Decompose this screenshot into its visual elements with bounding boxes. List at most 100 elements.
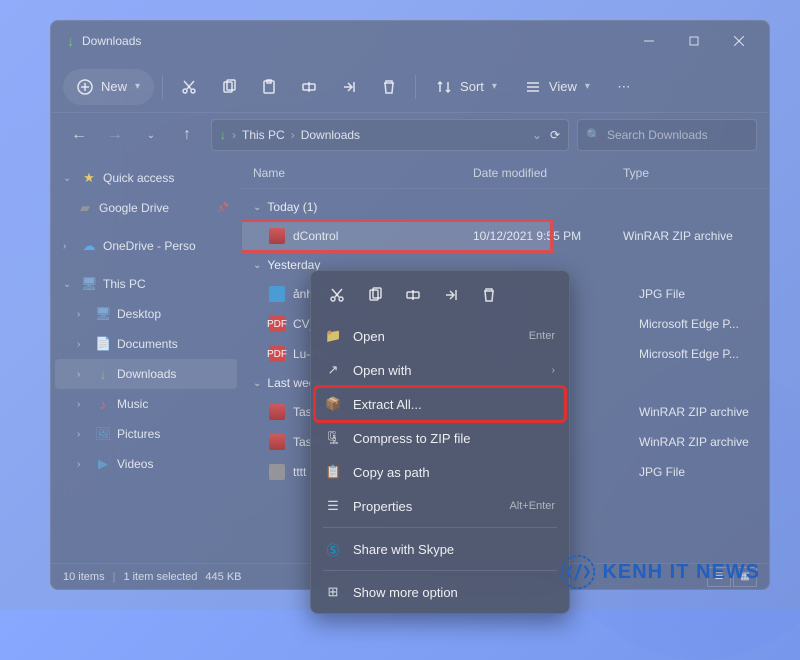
music-icon: ♪	[95, 397, 111, 412]
ctx-cut-button[interactable]	[319, 279, 355, 311]
downloads-title-icon: ↓	[67, 33, 74, 49]
star-icon: ★	[81, 170, 97, 186]
sidebar-item-desktop[interactable]: › 🖥 Desktop	[55, 299, 237, 329]
chevron-right-icon: ›	[77, 459, 89, 470]
status-size: 445 KB	[205, 571, 241, 583]
breadcrumb[interactable]: ↓ › This PC › Downloads ⌄ ⟳	[211, 119, 569, 151]
drive-icon: ▰	[77, 200, 93, 216]
ctx-extract-all[interactable]: 📦 Extract All...	[315, 387, 565, 421]
up-button[interactable]: ↑	[171, 119, 203, 151]
context-menu: 📁 Open Enter ↗ Open with › 📦 Extract All…	[310, 270, 570, 614]
ctx-share-button[interactable]	[433, 279, 469, 311]
cloud-icon: ☁	[81, 238, 97, 254]
archive-icon	[269, 434, 285, 450]
pdf-icon: PDF	[269, 346, 285, 362]
ctx-rename-button[interactable]	[395, 279, 431, 311]
chevron-down-icon: ▾	[135, 81, 140, 92]
paste-button[interactable]	[251, 69, 287, 105]
sidebar-item-videos[interactable]: › ▶ Videos	[55, 449, 237, 479]
sidebar-item-this-pc[interactable]: ⌄ 🖥 This PC	[55, 269, 237, 299]
ctx-copy-button[interactable]	[357, 279, 393, 311]
chevron-down-icon: ⌄	[63, 173, 75, 184]
copy-path-icon: 📋	[325, 464, 341, 480]
documents-icon: 📄	[95, 336, 111, 352]
forward-button[interactable]: →	[99, 119, 131, 151]
ellipsis-icon: ⋯	[617, 79, 630, 95]
videos-icon: ▶	[95, 456, 111, 472]
titlebar: ↓ Downloads	[51, 21, 769, 61]
sidebar-item-downloads[interactable]: › ↓ Downloads	[55, 359, 237, 389]
view-button[interactable]: View ▾	[513, 69, 602, 105]
archive-icon	[269, 404, 285, 420]
ctx-delete-button[interactable]	[471, 279, 507, 311]
column-headers: Name Date modified Type	[241, 157, 769, 189]
minimize-button[interactable]	[626, 25, 671, 57]
chevron-down-icon: ⌄	[253, 260, 261, 271]
search-icon: 🔍	[586, 128, 601, 142]
column-name[interactable]: Name	[253, 166, 473, 180]
image-icon	[269, 286, 285, 302]
rename-button[interactable]	[291, 69, 327, 105]
chevron-down-icon: ▾	[492, 81, 497, 92]
search-placeholder: Search Downloads	[607, 128, 708, 142]
chevron-down-icon: ▾	[585, 81, 590, 92]
chevron-right-icon: ›	[63, 241, 75, 252]
window-controls	[626, 25, 761, 57]
ctx-properties[interactable]: ☰ Properties Alt+Enter	[315, 489, 565, 523]
column-type[interactable]: Type	[623, 166, 757, 180]
close-button[interactable]	[716, 25, 761, 57]
chevron-right-icon: ›	[232, 128, 236, 142]
chevron-down-icon[interactable]: ⌄	[532, 128, 542, 142]
breadcrumb-segment[interactable]: Downloads	[301, 128, 360, 142]
cut-button[interactable]	[171, 69, 207, 105]
status-selected: 1 item selected	[123, 571, 197, 583]
chevron-right-icon: ›	[77, 369, 89, 380]
ctx-copy-path[interactable]: 📋 Copy as path	[315, 455, 565, 489]
ctx-share-skype[interactable]: Ⓢ Share with Skype	[315, 532, 565, 566]
new-label: New	[101, 79, 127, 94]
watermark: KENH IT NEWS	[560, 554, 760, 590]
new-button[interactable]: New ▾	[63, 69, 154, 105]
window-title: Downloads	[82, 34, 626, 48]
chevron-right-icon: ›	[77, 429, 89, 440]
sidebar-item-documents[interactable]: › 📄 Documents	[55, 329, 237, 359]
open-with-icon: ↗	[325, 362, 341, 378]
navbar: ← → ⌄ ↑ ↓ › This PC › Downloads ⌄ ⟳ 🔍 Se…	[51, 113, 769, 157]
pictures-icon: 🖼	[95, 426, 111, 442]
search-input[interactable]: 🔍 Search Downloads	[577, 119, 757, 151]
column-date[interactable]: Date modified	[473, 166, 623, 180]
group-today[interactable]: ⌄ Today (1)	[241, 193, 769, 221]
monitor-icon: 🖥	[81, 276, 97, 292]
properties-icon: ☰	[325, 498, 341, 514]
downloads-icon: ↓	[95, 367, 111, 382]
back-button[interactable]: ←	[63, 119, 95, 151]
status-item-count: 10 items	[63, 571, 105, 583]
maximize-button[interactable]	[671, 25, 716, 57]
more-button[interactable]: ⋯	[606, 69, 642, 105]
sidebar-item-google-drive[interactable]: ▰ Google Drive 📌	[55, 193, 237, 223]
archive-icon	[269, 228, 285, 244]
ctx-show-more[interactable]: ⊞ Show more option	[315, 575, 565, 609]
sort-button[interactable]: Sort ▾	[424, 69, 509, 105]
chevron-right-icon: ›	[77, 339, 89, 350]
chevron-right-icon: ›	[77, 309, 89, 320]
ctx-open-with[interactable]: ↗ Open with ›	[315, 353, 565, 387]
sort-label: Sort	[460, 79, 484, 94]
ctx-open[interactable]: 📁 Open Enter	[315, 319, 565, 353]
share-button[interactable]	[331, 69, 367, 105]
refresh-button[interactable]: ⟳	[550, 128, 560, 142]
delete-button[interactable]	[371, 69, 407, 105]
sidebar-item-pictures[interactable]: › 🖼 Pictures	[55, 419, 237, 449]
sidebar-item-music[interactable]: › ♪ Music	[55, 389, 237, 419]
text-icon	[269, 464, 285, 480]
breadcrumb-segment[interactable]: This PC	[242, 128, 285, 142]
ctx-compress[interactable]: 🗜 Compress to ZIP file	[315, 421, 565, 455]
copy-button[interactable]	[211, 69, 247, 105]
view-label: View	[549, 79, 577, 94]
chevron-right-icon: ›	[77, 399, 89, 410]
recent-button[interactable]: ⌄	[135, 119, 167, 151]
sidebar-item-quick-access[interactable]: ⌄ ★ Quick access	[55, 163, 237, 193]
file-row-dcontrol[interactable]: dControl	[241, 221, 551, 251]
sidebar-item-onedrive[interactable]: › ☁ OneDrive - Perso	[55, 231, 237, 261]
watermark-logo-icon	[560, 554, 596, 590]
